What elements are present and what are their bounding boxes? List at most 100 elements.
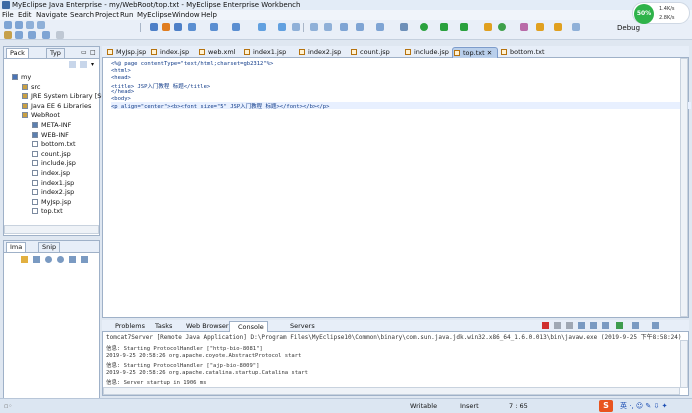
perspective-icon[interactable]	[572, 23, 580, 31]
tree-item[interactable]: Java EE 6 Libraries	[31, 102, 91, 110]
menu-file[interactable]: File	[2, 11, 14, 19]
save-all-icon[interactable]	[26, 21, 34, 29]
prev-icon[interactable]	[56, 31, 64, 39]
console-tab[interactable]: Web Browser	[178, 321, 232, 332]
forward-icon[interactable]	[28, 31, 36, 39]
print-icon[interactable]	[37, 21, 45, 29]
globe-icon[interactable]	[498, 23, 506, 31]
remove-launch-icon[interactable]	[554, 322, 561, 329]
h-scrollbar[interactable]	[4, 225, 99, 234]
tree-item[interactable]: src	[31, 83, 41, 91]
tree-item[interactable]: WEB-INF	[41, 131, 69, 139]
tree-item[interactable]: include.jsp	[41, 159, 76, 167]
server-icon[interactable]	[162, 23, 170, 31]
tree-item[interactable]: META-INF	[41, 121, 71, 129]
console-icon[interactable]	[376, 23, 384, 31]
actual-size-icon[interactable]	[69, 256, 76, 263]
perspective-debug[interactable]: Debug	[617, 24, 640, 32]
editor-tab[interactable]: index.jsp	[150, 47, 189, 58]
deploy-icon[interactable]	[150, 23, 158, 31]
run-icon[interactable]	[420, 23, 428, 31]
tree-item[interactable]: index1.jsp	[41, 179, 74, 187]
collapse-all-icon[interactable]	[69, 61, 76, 68]
debug-icon[interactable]	[400, 23, 408, 31]
editor-tab[interactable]: web.xml	[198, 47, 236, 58]
fit-icon[interactable]	[33, 256, 40, 263]
tree-item[interactable]: index.jsp	[41, 169, 70, 177]
tree-item[interactable]: count.jsp	[41, 150, 71, 158]
html-icon[interactable]	[278, 23, 286, 31]
new-class-icon[interactable]	[210, 23, 218, 31]
zoom-in-icon[interactable]	[45, 256, 52, 263]
brush-icon[interactable]	[21, 256, 28, 263]
tree-item[interactable]: top.txt	[41, 207, 63, 215]
editor-v-scrollbar[interactable]	[680, 58, 688, 317]
pin-console-icon[interactable]	[602, 322, 609, 329]
tree-item[interactable]: JRE System Library [Su	[31, 92, 106, 100]
close-tab-icon[interactable]: ✕	[485, 49, 492, 57]
menu-search[interactable]: Search	[70, 11, 94, 19]
browser-icon[interactable]	[174, 23, 182, 31]
editor-tab[interactable]: index2.jsp	[298, 47, 341, 58]
console-h-scrollbar[interactable]	[103, 387, 680, 395]
link-editor-icon[interactable]	[80, 61, 87, 68]
tree-item[interactable]: WebRoot	[31, 111, 60, 119]
task-icon[interactable]	[484, 23, 492, 31]
new-web-icon[interactable]	[188, 23, 196, 31]
folder-icon[interactable]	[554, 23, 562, 31]
refresh-icon[interactable]	[292, 23, 300, 31]
maximize-icon[interactable]: □	[90, 49, 96, 56]
bookmark-icon[interactable]	[520, 23, 528, 31]
coverage-icon[interactable]	[460, 23, 468, 31]
view-menu-icon[interactable]: ▾	[91, 61, 94, 68]
tree-item[interactable]: MyJsp.jsp	[41, 198, 71, 206]
tab-type-hierarchy[interactable]: Typ	[46, 48, 65, 58]
display-console-icon[interactable]	[616, 322, 623, 329]
menu-run[interactable]: Run	[120, 11, 133, 19]
editor-tab[interactable]: index1.jsp	[243, 47, 286, 58]
filter-icon[interactable]	[356, 23, 364, 31]
editor-tab[interactable]: top.txt ✕	[452, 47, 498, 58]
console-v-scrollbar[interactable]	[680, 340, 688, 388]
open-console-icon[interactable]	[632, 322, 639, 329]
console-output[interactable]: tomcat7Server [Remote Java Application] …	[103, 332, 688, 395]
back-icon[interactable]	[15, 31, 23, 39]
open-type-icon[interactable]	[4, 31, 12, 39]
save-icon[interactable]	[15, 21, 23, 29]
next-icon[interactable]	[42, 31, 50, 39]
terminate-icon[interactable]	[542, 322, 549, 329]
new-icon[interactable]	[4, 21, 12, 29]
console-tab[interactable]: Problems	[107, 321, 148, 332]
tab-snippets[interactable]: Snip	[38, 242, 61, 252]
tree-item[interactable]: my	[21, 73, 31, 81]
jsp-icon[interactable]	[258, 23, 266, 31]
tree-item[interactable]: index2.jsp	[41, 188, 74, 196]
search-icon[interactable]	[310, 23, 318, 31]
new-package-icon[interactable]	[232, 23, 240, 31]
menu-window[interactable]: Window	[172, 11, 200, 19]
tree-item[interactable]: bottom.txt	[41, 140, 76, 148]
menu-project[interactable]: Project	[95, 11, 119, 19]
find-icon[interactable]	[324, 23, 332, 31]
rotate-icon[interactable]	[81, 256, 88, 263]
menu-edit[interactable]: Edit	[18, 11, 32, 19]
zoom-out-icon[interactable]	[57, 256, 64, 263]
sogou-ime-icon[interactable]: S	[599, 400, 613, 412]
open-file-icon[interactable]	[340, 23, 348, 31]
scroll-lock-icon[interactable]	[578, 322, 585, 329]
editor-tab[interactable]: include.jsp	[404, 47, 449, 58]
console-tab[interactable]: Tasks	[147, 321, 175, 332]
tab-package-explorer[interactable]: Pack	[6, 48, 29, 58]
editor-tab[interactable]: MyJsp.jsp	[106, 47, 146, 58]
menu-help[interactable]: Help	[201, 11, 217, 19]
ime-toolbar[interactable]: 英 ·, ☺ ✎ ⇩ ✦	[620, 401, 667, 411]
pencil-icon[interactable]	[536, 23, 544, 31]
menu-navigate[interactable]: Navigate	[36, 11, 67, 19]
run-external-icon[interactable]	[440, 23, 448, 31]
editor-tab[interactable]: count.jsp	[350, 47, 390, 58]
console-menu-icon[interactable]	[652, 322, 659, 329]
menu-myeclipse[interactable]: MyEclipse	[137, 11, 172, 19]
word-wrap-icon[interactable]	[590, 322, 597, 329]
tab-image[interactable]: Ima	[6, 242, 27, 252]
minimize-icon[interactable]: ▭	[81, 49, 87, 56]
